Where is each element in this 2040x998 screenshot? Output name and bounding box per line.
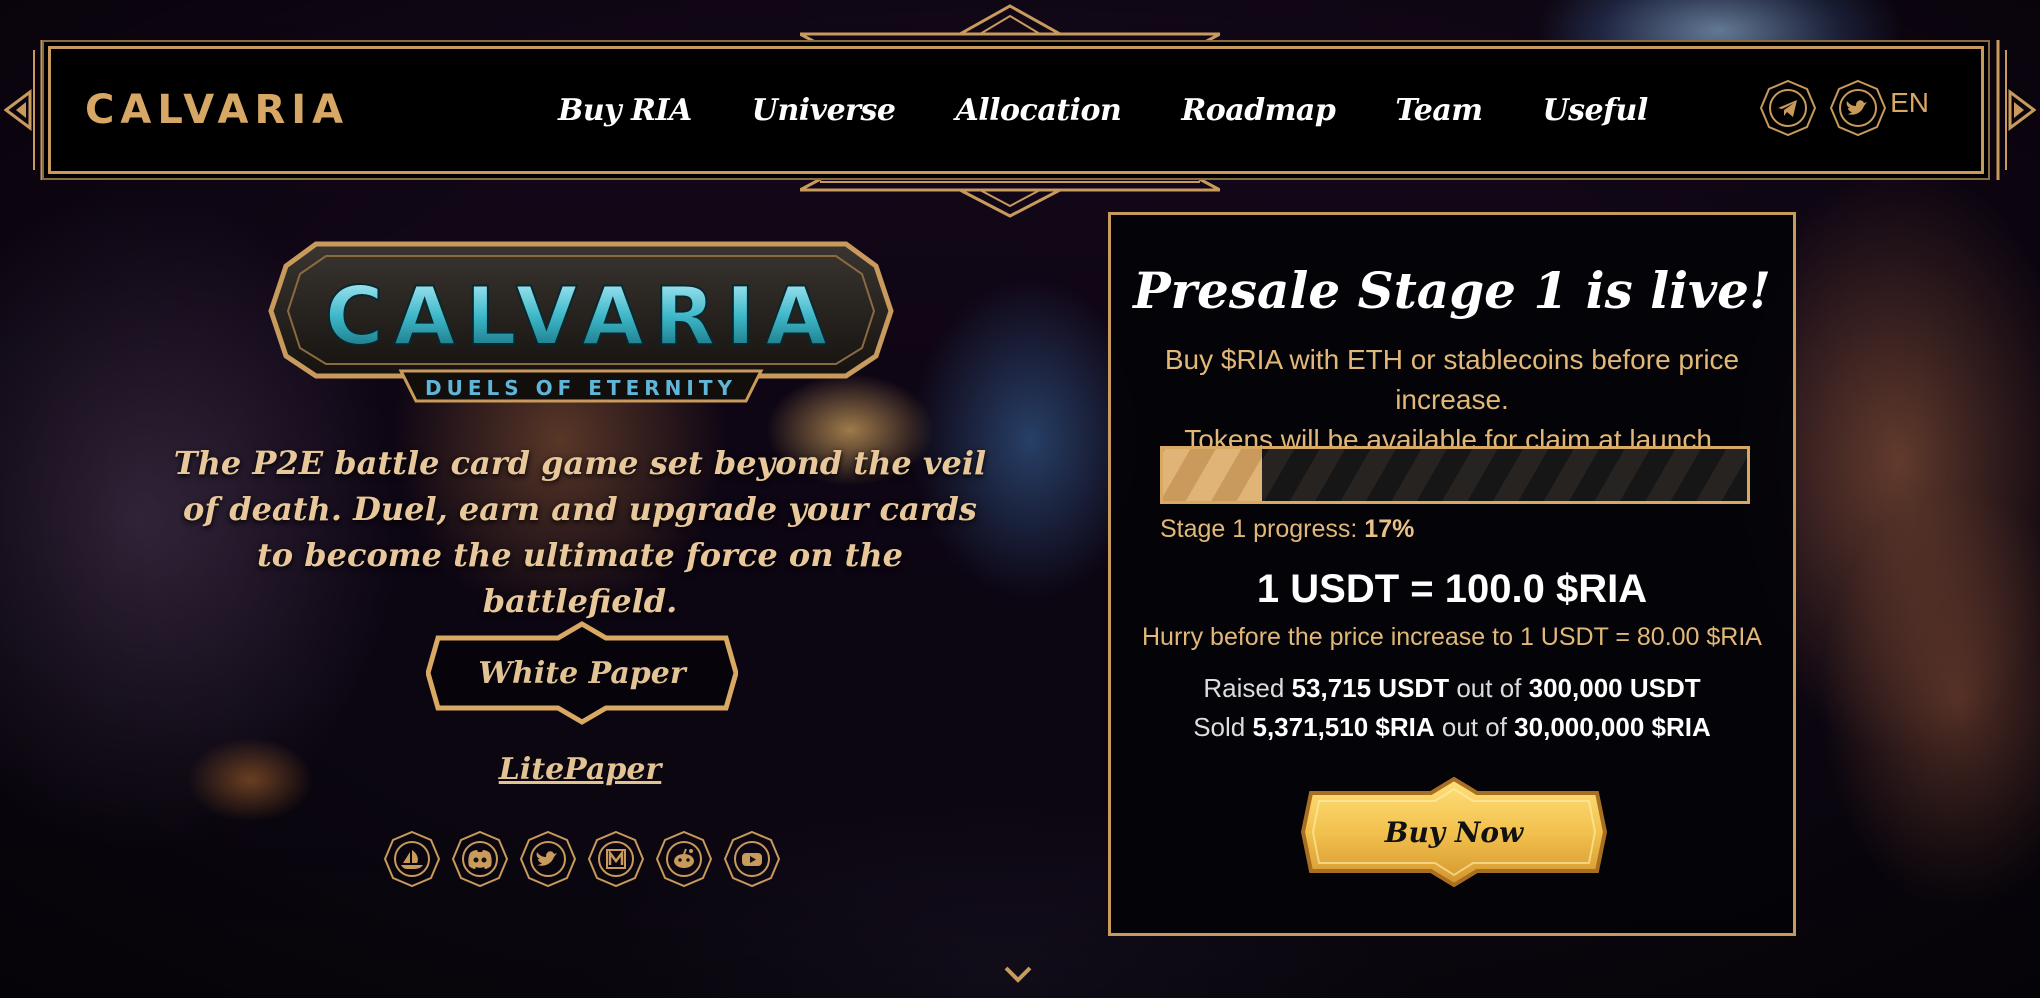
hero-social-links xyxy=(383,830,781,888)
exchange-rate: 1 USDT = 100.0 $RIA xyxy=(1256,567,1648,611)
progress-label: Stage 1 progress: xyxy=(1160,515,1358,543)
discord-icon[interactable] xyxy=(451,830,509,888)
presale-subtitle: Buy $RIA with ETH or stablecoins before … xyxy=(1111,340,1793,460)
nav-team[interactable]: Team xyxy=(1395,93,1483,128)
nav-universe[interactable]: Universe xyxy=(752,93,896,128)
presale-panel: Presale Stage 1 is live! Buy $RIA with E… xyxy=(1108,212,1796,936)
presale-title: Presale Stage 1 is live! xyxy=(1133,261,1771,320)
sold-prefix: Sold xyxy=(1193,712,1246,742)
hero-logo-subtitle: DUELS OF ETERNITY xyxy=(425,376,737,400)
sold-total: 30,000,000 $RIA xyxy=(1514,712,1711,742)
progress-fill xyxy=(1163,449,1263,501)
reddit-icon[interactable] xyxy=(655,830,713,888)
nav-roadmap[interactable]: Roadmap xyxy=(1181,93,1336,128)
language-selector[interactable]: EN xyxy=(1890,87,1929,119)
raised-amount: 53,715 USDT xyxy=(1291,673,1450,703)
raised-mid: out of xyxy=(1456,673,1522,703)
twitter-icon[interactable] xyxy=(519,830,577,888)
header-logo[interactable]: CALVARIA xyxy=(85,87,349,133)
presale-subtitle-line1: Buy $RIA with ETH or stablecoins before … xyxy=(1164,344,1740,415)
hero-game-logo: CALVARIA DUELS OF ETERNITY xyxy=(268,241,894,403)
white-paper-button[interactable]: White Paper xyxy=(425,620,739,726)
price-increase-notice: Hurry before the price increase to 1 USD… xyxy=(1142,623,1762,651)
litepaper-link[interactable]: LitePaper xyxy=(480,752,680,787)
sold-stat: Sold 5,371,510 $RIA out of 30,000,000 $R… xyxy=(1111,712,1793,743)
header-ornament-left xyxy=(4,40,44,180)
scroll-down-chevron-icon[interactable] xyxy=(1003,964,1033,984)
buy-now-button[interactable]: Buy Now xyxy=(1300,776,1608,888)
twitter-icon[interactable] xyxy=(1829,79,1887,137)
main-nav: Buy RIA Universe Allocation Roadmap Team… xyxy=(558,49,1708,171)
raised-stat: Raised 53,715 USDT out of 300,000 USDT xyxy=(1111,673,1793,704)
opensea-icon[interactable] xyxy=(383,830,441,888)
raised-total: 300,000 USDT xyxy=(1528,673,1701,703)
progress-value: 17% xyxy=(1364,515,1415,543)
header-ornament-right xyxy=(1996,40,2036,180)
nav-allocation[interactable]: Allocation xyxy=(955,93,1121,128)
youtube-icon[interactable] xyxy=(723,830,781,888)
progress-text: Stage 1 progress: 17% xyxy=(1160,515,1414,544)
hero-description: The P2E battle card game set beyond the … xyxy=(173,444,987,620)
presale-progress-bar xyxy=(1160,446,1750,504)
medium-icon[interactable] xyxy=(587,830,645,888)
hero-logo-title: CALVARIA xyxy=(325,270,837,363)
buy-now-label: Buy Now xyxy=(1384,815,1524,849)
nav-useful[interactable]: Useful xyxy=(1543,93,1649,128)
raised-prefix: Raised xyxy=(1203,673,1285,703)
white-paper-label: White Paper xyxy=(478,655,686,691)
nav-buy-ria[interactable]: Buy RIA xyxy=(558,93,692,128)
sold-amount: 5,371,510 $RIA xyxy=(1252,712,1435,742)
top-navigation-bar: CALVARIA Buy RIA Universe Allocation Roa… xyxy=(48,46,1984,174)
sold-mid: out of xyxy=(1441,712,1507,742)
telegram-icon[interactable] xyxy=(1759,79,1817,137)
